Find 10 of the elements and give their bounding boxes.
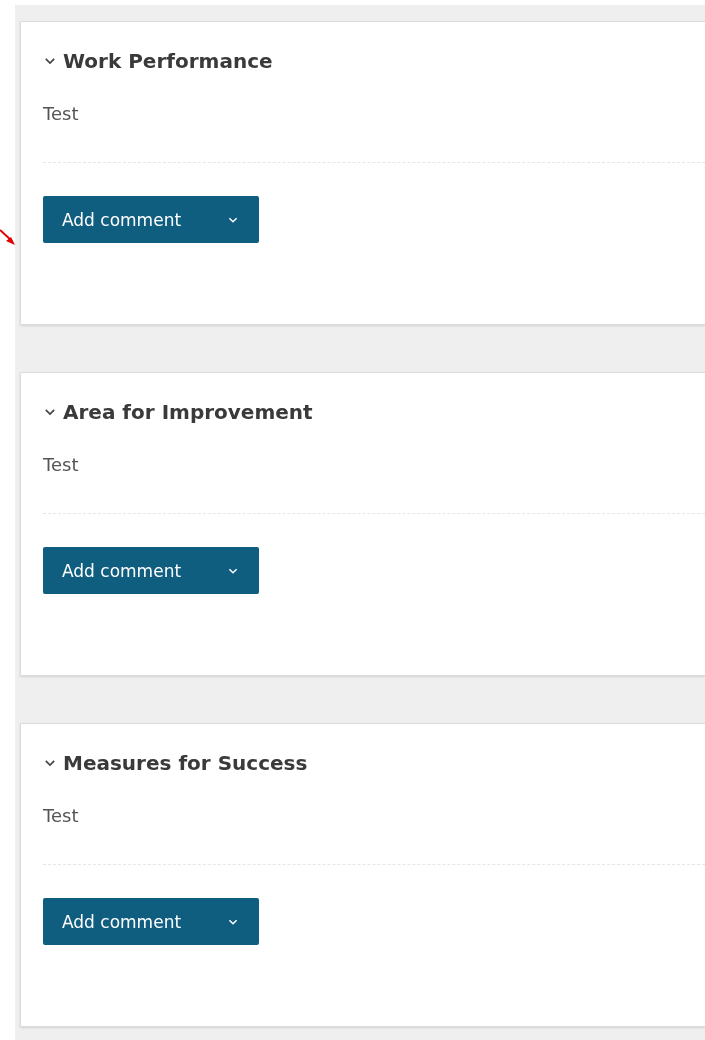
section-text: Test [43,804,79,828]
section-text: Test [43,102,79,126]
section-text: Test [43,453,79,477]
arrow-icon [0,228,16,246]
section-header[interactable]: Measures for Success [43,748,308,778]
section-header[interactable]: Work Performance [43,46,273,76]
add-comment-button[interactable]: Add comment [43,898,259,945]
section-header[interactable]: Area for Improvement [43,397,313,427]
add-comment-button[interactable]: Add comment [43,196,259,243]
add-comment-button[interactable]: Add comment [43,547,259,594]
